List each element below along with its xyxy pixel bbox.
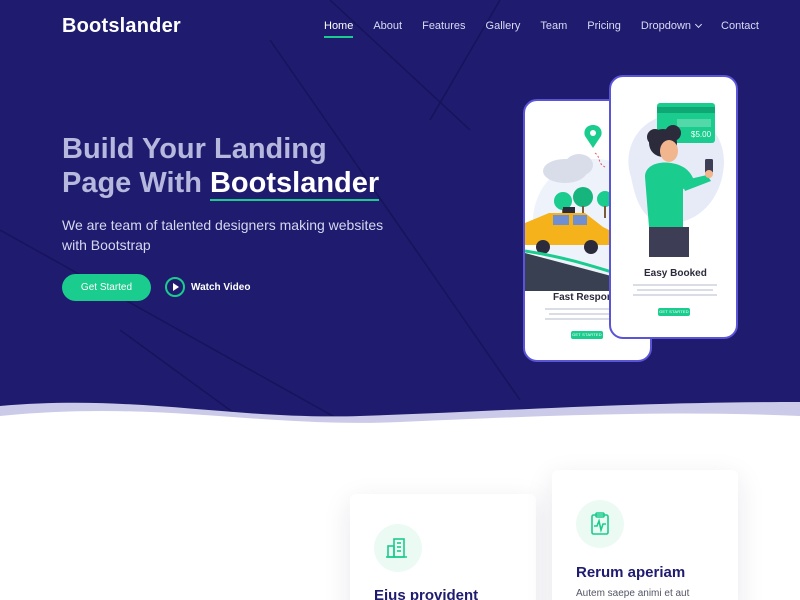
nav-item-gallery[interactable]: Gallery [486, 20, 521, 32]
text-placeholder-line [633, 294, 717, 296]
nav-item-contact[interactable]: Contact [721, 20, 759, 32]
phone-back-button: GET STARTED [571, 331, 603, 339]
feature-card-title: Eius provident [374, 587, 479, 600]
feature-card: Rerum aperiam Autem saepe animi et aut [552, 470, 738, 600]
phone-back-title: Fast Respor [553, 292, 611, 303]
feature-card-text: Autem saepe animi et aut [576, 588, 690, 599]
nav-item-about[interactable]: About [373, 20, 402, 32]
phone-front-title: Easy Booked [644, 268, 707, 279]
nav-item-dropdown-label: Dropdown [640, 20, 692, 32]
ticket-price: $5.00 [691, 130, 712, 139]
logo[interactable]: Bootslander [62, 15, 181, 38]
feature-card: Eius provident [350, 494, 536, 600]
nav-item-pricing[interactable]: Pricing [587, 20, 621, 32]
person-illustration [628, 103, 724, 257]
hero-wave [0, 402, 800, 432]
hero-section: Bootslander Home About Features Gallery … [0, 0, 800, 432]
hero-title-brand: Bootslander [209, 167, 380, 201]
site-header: Bootslander Home About Features Gallery … [0, 0, 800, 56]
nav-item-home[interactable]: Home [324, 20, 354, 38]
feature-card-title: Rerum aperiam [576, 564, 686, 581]
hero-title-line2: Page With [62, 167, 210, 199]
nav-item-team[interactable]: Team [540, 20, 567, 32]
hero-title-line1: Build Your Landing [62, 133, 327, 165]
phone-mockup-front: $5.00 Easy Booked GET STARTED [609, 75, 738, 339]
chevron-down-icon [694, 20, 703, 29]
clipboard-pulse-icon [591, 512, 609, 535]
text-placeholder-line [637, 289, 713, 291]
hero-title: Build Your Landing Page With Bootslander [62, 132, 422, 201]
watch-video-link[interactable]: Watch Video [165, 277, 250, 297]
nav-item-features[interactable]: Features [422, 20, 465, 32]
play-icon [165, 277, 185, 297]
feature-icon-circle [374, 524, 422, 572]
hero-subtitle: We are team of talented designers making… [62, 217, 384, 253]
feature-icon-circle [576, 500, 624, 548]
watch-video-label: Watch Video [191, 281, 251, 293]
phone-front-button: GET STARTED [658, 308, 690, 316]
nav-item-dropdown[interactable]: Dropdown [640, 20, 703, 32]
text-placeholder-line [633, 284, 717, 286]
main-nav: Home About Features Gallery Team Pricing… [324, 20, 759, 38]
get-started-button[interactable]: Get Started [62, 274, 151, 301]
building-icon [386, 538, 407, 558]
